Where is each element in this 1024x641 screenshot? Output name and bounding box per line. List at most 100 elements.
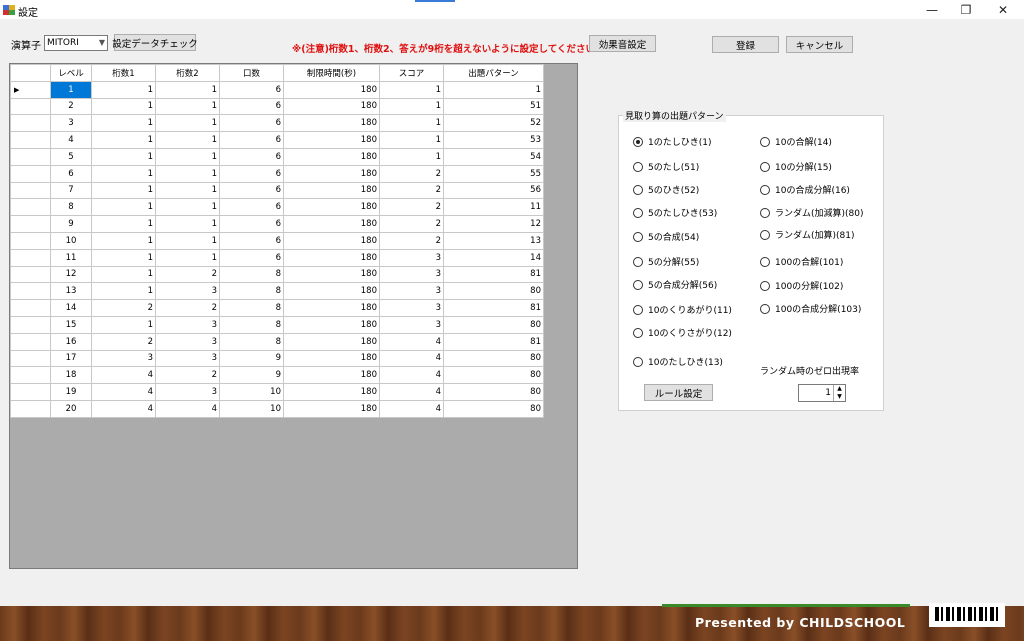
table-row[interactable]: 10 1 1 6 180 2 13 — [10, 231, 544, 250]
pattern-radio[interactable]: 100の合成分解(103) — [760, 302, 861, 315]
column-header[interactable]: スコア — [379, 64, 444, 82]
grid-cell[interactable]: 9 — [219, 349, 284, 368]
table-row[interactable]: 3 1 1 6 180 1 52 — [10, 114, 544, 133]
radio-icon[interactable] — [633, 161, 643, 172]
stepper-arrows-icon[interactable]: ▲ ▼ — [833, 385, 845, 401]
grid-cell[interactable]: 1 — [91, 215, 156, 233]
grid-cell[interactable]: 8 — [219, 332, 284, 351]
grid-cell[interactable]: 4 — [91, 383, 156, 401]
grid-cell[interactable]: 14 — [50, 299, 92, 317]
grid-cell[interactable]: 6 — [219, 215, 284, 233]
grid-cell[interactable]: 180 — [283, 383, 380, 401]
grid-cell[interactable]: 12 — [50, 265, 92, 284]
grid-cell[interactable]: 13 — [443, 231, 544, 250]
grid-cell[interactable]: 1 — [91, 265, 156, 284]
grid-cell[interactable]: 80 — [443, 315, 544, 334]
pattern-radio[interactable]: ランダム(加算)(81) — [760, 228, 855, 241]
row-header[interactable] — [10, 299, 51, 317]
grid-cell[interactable]: 180 — [283, 366, 380, 385]
grid-cell[interactable]: 180 — [283, 198, 380, 217]
grid-cell[interactable]: 1 — [91, 114, 156, 133]
grid-cell[interactable]: 6 — [219, 131, 284, 149]
pattern-radio[interactable]: 10のくりさがり(12) — [633, 326, 732, 339]
grid-cell[interactable]: 180 — [283, 399, 380, 418]
grid-cell[interactable]: 81 — [443, 265, 544, 284]
grid-cell[interactable]: 6 — [219, 181, 284, 200]
grid-cell[interactable]: 3 — [379, 299, 444, 317]
table-row[interactable]: 17 3 3 9 180 4 80 — [10, 349, 544, 368]
grid-cell[interactable]: 80 — [443, 282, 544, 301]
grid-cell[interactable]: 80 — [443, 383, 544, 401]
grid-cell[interactable]: 80 — [443, 399, 544, 418]
grid-cell[interactable]: 180 — [283, 131, 380, 149]
grid-cell[interactable]: 17 — [50, 349, 92, 368]
grid-cell[interactable]: 11 — [443, 198, 544, 217]
grid-cell[interactable]: 4 — [379, 349, 444, 368]
radio-icon[interactable] — [760, 207, 770, 218]
grid-cell[interactable]: 15 — [50, 315, 92, 334]
grid-cell[interactable]: 2 — [50, 97, 92, 116]
grid-cell[interactable]: 3 — [91, 349, 156, 368]
grid-cell[interactable]: 3 — [379, 315, 444, 334]
row-header[interactable] — [10, 198, 51, 217]
table-row[interactable]: 2 1 1 6 180 1 51 — [10, 97, 544, 116]
grid-cell[interactable]: 3 — [379, 248, 444, 267]
row-header[interactable] — [10, 215, 51, 233]
column-header[interactable]: 制限時間(秒) — [283, 64, 380, 82]
grid-cell[interactable]: 2 — [91, 299, 156, 317]
pattern-radio[interactable]: 10のくりあがり(11) — [633, 303, 732, 316]
pattern-radio[interactable]: 5の分解(55) — [633, 255, 699, 268]
grid-cell[interactable]: 4 — [379, 366, 444, 385]
grid-cell[interactable]: 10 — [219, 383, 284, 401]
pattern-radio[interactable]: 5のたしひき(53) — [633, 206, 717, 219]
row-header[interactable] — [10, 248, 51, 267]
grid-cell[interactable]: 180 — [283, 349, 380, 368]
grid-cell[interactable]: 4 — [379, 383, 444, 401]
radio-icon[interactable] — [633, 304, 643, 315]
grid-cell[interactable]: 6 — [219, 147, 284, 166]
grid-cell[interactable]: 1 — [443, 80, 544, 99]
table-row[interactable]: ▶ 1 1 1 6 180 1 1 — [10, 80, 544, 99]
grid-cell[interactable]: 1 — [91, 198, 156, 217]
column-header[interactable]: 桁数2 — [155, 64, 220, 82]
grid-cell[interactable]: 4 — [155, 399, 220, 418]
grid-cell[interactable]: 2 — [379, 231, 444, 250]
grid-cell[interactable]: 2 — [155, 366, 220, 385]
grid-cell[interactable]: 180 — [283, 332, 380, 351]
grid-cell[interactable]: 2 — [379, 198, 444, 217]
radio-icon[interactable] — [633, 279, 643, 290]
row-header[interactable] — [10, 131, 51, 149]
grid-cell[interactable]: 8 — [219, 282, 284, 301]
row-header[interactable] — [10, 399, 51, 418]
grid-cell[interactable]: 80 — [443, 366, 544, 385]
grid-cell[interactable]: 81 — [443, 299, 544, 317]
pattern-radio[interactable]: 5の合成(54) — [633, 230, 699, 243]
grid-cell[interactable]: 1 — [155, 80, 220, 99]
grid-cell[interactable]: 18 — [50, 366, 92, 385]
grid-cell[interactable]: 5 — [50, 147, 92, 166]
grid-cell[interactable]: 3 — [155, 282, 220, 301]
grid-cell[interactable]: 3 — [379, 282, 444, 301]
grid-cell[interactable]: 3 — [155, 315, 220, 334]
grid-cell[interactable]: 4 — [379, 399, 444, 418]
grid-cell[interactable]: 6 — [219, 97, 284, 116]
row-header[interactable] — [10, 349, 51, 368]
grid-cell[interactable]: 54 — [443, 147, 544, 166]
grid-cell[interactable]: 81 — [443, 332, 544, 351]
grid-cell[interactable]: 1 — [91, 282, 156, 301]
grid-cell[interactable]: 180 — [283, 164, 380, 183]
grid-cell[interactable]: 2 — [379, 164, 444, 183]
grid-cell[interactable]: 1 — [379, 97, 444, 116]
grid-cell[interactable]: 6 — [219, 248, 284, 267]
grid-cell[interactable]: 1 — [91, 131, 156, 149]
table-row[interactable]: 20 4 4 10 180 4 80 — [10, 399, 544, 418]
radio-icon[interactable] — [760, 303, 770, 314]
grid-cell[interactable]: 1 — [91, 248, 156, 267]
grid-cell[interactable]: 8 — [219, 315, 284, 334]
grid-cell[interactable]: 1 — [155, 97, 220, 116]
table-row[interactable]: 19 4 3 10 180 4 80 — [10, 383, 544, 401]
column-header[interactable]: 桁数1 — [91, 64, 156, 82]
pattern-radio[interactable]: 5のたし(51) — [633, 160, 699, 173]
grid-cell[interactable]: 6 — [219, 231, 284, 250]
table-row[interactable]: 16 2 3 8 180 4 81 — [10, 332, 544, 351]
